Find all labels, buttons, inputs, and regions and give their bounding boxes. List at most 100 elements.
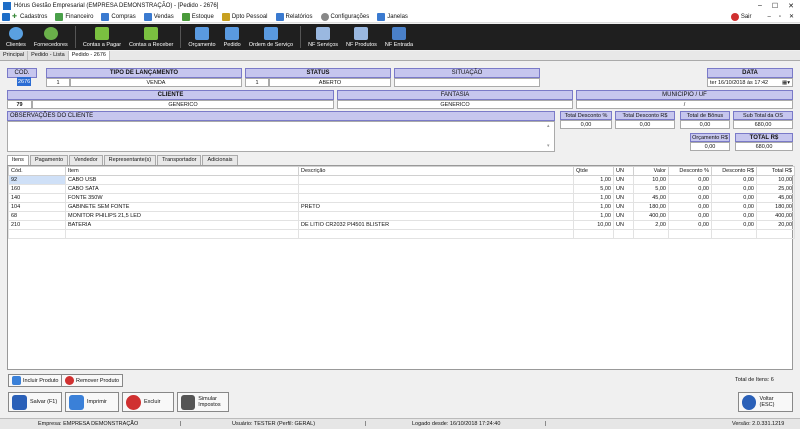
toolbar-contas-receber-button[interactable]: Contas a Receber (125, 24, 177, 50)
col-item[interactable]: Item (65, 166, 299, 176)
back-button[interactable]: Voltar (ESC) (738, 392, 793, 412)
menu-compras[interactable]: Compras (101, 12, 136, 21)
save-button[interactable]: Salvar (F1) (8, 392, 62, 412)
close-icon[interactable]: ✕ (788, 2, 794, 10)
cliente-name-field[interactable]: GENERICO (32, 100, 334, 109)
table-cell: 10,00 (633, 175, 669, 185)
toolbar-ordem-servico-button[interactable]: Ordem de Serviço (245, 24, 297, 50)
simulate-taxes-button[interactable]: Simular Impostos (177, 392, 229, 412)
tab-pagamento[interactable]: Pagamento (29, 155, 69, 165)
cliente-code-field[interactable]: 79 (7, 100, 32, 109)
table-row[interactable]: 160 CABO SATA 5,00 UN 5,00 0,00 0,00 25,00 (8, 184, 795, 194)
menu-configuracoes[interactable]: Configurações (320, 12, 369, 21)
table-row[interactable]: 104 GABINETE SEM FONTE PRETO 1,00 UN 180,00 0,… (8, 202, 795, 212)
calendar-icon[interactable]: ▦▾ (782, 79, 790, 87)
window-title: Hórus Gestão Empresarial (EMPRESA DEMONS… (14, 2, 219, 9)
table-cell: 0,00 (668, 211, 712, 221)
tipo-code-field[interactable]: 1 (46, 78, 70, 87)
title-bar: Hórus Gestão Empresarial (EMPRESA DEMONS… (0, 0, 800, 11)
service-order-icon (263, 27, 278, 40)
table-cell: 20,00 (756, 220, 795, 230)
table-cell (668, 229, 712, 239)
table-cell: FONTE 350W (65, 193, 299, 203)
toolbar-nf-entrada-button[interactable]: NF Entrada (381, 24, 417, 50)
tab-representantes[interactable]: Representante(s) (103, 155, 157, 165)
mdi-close-icon[interactable]: ✕ (789, 13, 794, 20)
delete-button[interactable]: Excluir (122, 392, 174, 412)
col-cod[interactable]: Cód. (8, 166, 66, 176)
tab-pedido-2676[interactable]: Pedido - 2676 (68, 51, 110, 60)
toolbar-nf-produtos-button[interactable]: NF Produtos (342, 24, 381, 50)
toolbar-fornecedores-button[interactable]: Fornecedores (30, 24, 72, 50)
print-button[interactable]: Imprimir (65, 392, 119, 412)
table-cell (756, 229, 795, 239)
toolbar-pedido-button[interactable]: Pedido (220, 24, 245, 50)
col-desconto-pct[interactable]: Desconto % (668, 166, 712, 176)
situacao-field[interactable] (394, 78, 540, 87)
table-row-empty[interactable] (8, 229, 795, 239)
col-total[interactable]: Total R$ (756, 166, 795, 176)
table-cell: 104 (8, 202, 66, 212)
status-code-field[interactable]: 1 (245, 78, 269, 87)
toolbar-clientes-button[interactable]: Clientes (2, 24, 30, 50)
table-cell (298, 184, 574, 194)
toolbar-orcamento-button[interactable]: Orçamento (184, 24, 219, 50)
status-label: STATUS (245, 68, 391, 78)
obs-textarea[interactable] (7, 121, 555, 152)
date-picker[interactable]: ter 16/10/2018 às 17:42 ▦▾ (707, 78, 793, 87)
toolbar-contas-pagar-button[interactable]: Contas a Pagar (79, 24, 125, 50)
table-cell: 0,00 (668, 175, 712, 185)
table-cell (613, 229, 634, 239)
table-cell: 1,00 (573, 175, 614, 185)
tab-pedido-lista[interactable]: Pedido - Lista (28, 51, 69, 60)
table-cell (298, 229, 574, 239)
scroll-down-icon[interactable]: ▾ (547, 143, 550, 149)
municipio-field[interactable]: / (576, 100, 793, 109)
menu-cadastros[interactable]: ✚ Cadastros (2, 12, 47, 21)
toolbar-nf-servicos-button[interactable]: NF Serviços (304, 24, 342, 50)
col-un[interactable]: UN (613, 166, 634, 176)
tipo-value-field[interactable]: VENDA (70, 78, 242, 87)
tab-adicionais[interactable]: Adicionais (202, 155, 238, 165)
table-cell: UN (613, 202, 634, 212)
date-value: ter 16/10/2018 às 17:42 (710, 80, 769, 86)
menu-janelas[interactable]: Janelas (377, 12, 408, 21)
table-row[interactable]: 68 MONITOR PHILIPS 21,5 LED 1,00 UN 400,00 0,… (8, 211, 795, 221)
items-grid[interactable]: Cód. Item Descrição Qtde UN Valor Descon… (7, 165, 795, 370)
pay-icon (94, 27, 109, 40)
table-cell: 5,00 (633, 184, 669, 194)
subtotal-label: Sub Total da OS (733, 111, 793, 120)
col-descricao[interactable]: Descrição (298, 166, 574, 176)
col-desconto-rs[interactable]: Desconto R$ (711, 166, 757, 176)
menu-dpto-pessoal[interactable]: Dpto Pessoal (221, 12, 268, 21)
table-cell: 140 (8, 193, 66, 203)
table-cell: 68 (8, 211, 66, 221)
menu-relatorios[interactable]: Relatórios (275, 12, 313, 21)
main-toolbar: Clientes Fornecedores Contas a Pagar Con… (0, 24, 800, 50)
status-value-field[interactable]: ABERTO (269, 78, 391, 87)
minimize-icon[interactable]: – (758, 2, 762, 10)
menu-vendas[interactable]: Vendas (143, 12, 174, 21)
people-icon (221, 12, 230, 21)
status-versao: Versão: 2.0.331.1219 (732, 421, 785, 427)
exit-button[interactable]: Sair (730, 12, 751, 21)
status-divider: | (180, 421, 182, 427)
menu-financeiro[interactable]: Financeiro (55, 12, 93, 21)
col-qtde[interactable]: Qtde (573, 166, 614, 176)
table-row[interactable]: 92 CABO USB 1,00 UN 10,00 0,00 0,00 10,00 (8, 175, 795, 185)
col-valor[interactable]: Valor (633, 166, 669, 176)
maximize-icon[interactable]: ☐ (772, 2, 778, 10)
table-row[interactable]: 140 FONTE 350W 1,00 UN 45,00 0,00 0,00 45,00 (8, 193, 795, 203)
mdi-restore-icon[interactable]: ▫ (779, 14, 781, 20)
add-product-button[interactable]: Incluir Produto (8, 374, 63, 387)
tab-vendedor[interactable]: Vendedor (69, 155, 103, 165)
tab-itens[interactable]: Itens (7, 155, 29, 165)
remove-product-button[interactable]: Remover Produto (61, 374, 124, 387)
mdi-minimize-icon[interactable]: – (767, 14, 770, 20)
tab-transportador[interactable]: Transportador (157, 155, 202, 165)
tab-principal[interactable]: Principal (0, 51, 29, 60)
table-row[interactable]: 210 BATERIA DE LITIO CR2032 PI4501 BLISTER… (8, 220, 795, 230)
fantasia-field[interactable]: GENERICO (337, 100, 573, 109)
menu-estoque[interactable]: Estoque (181, 12, 214, 21)
scroll-up-icon[interactable]: ▴ (547, 123, 550, 129)
